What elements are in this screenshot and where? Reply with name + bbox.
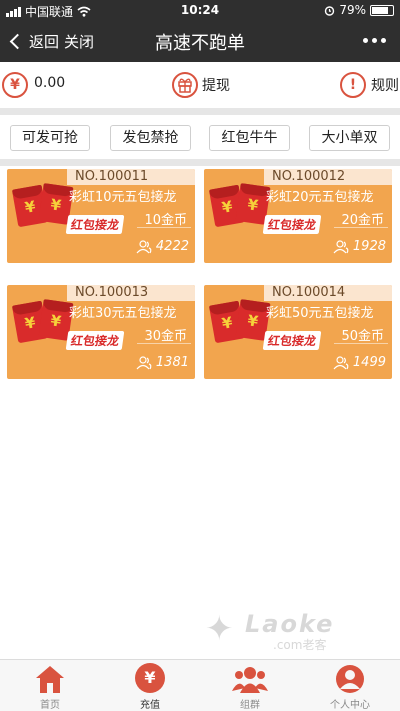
divider bbox=[137, 343, 191, 344]
room-card[interactable]: NO.100014 ¥ ¥ 彩虹50元五包接龙 50金币 红包接龙 1499 bbox=[204, 285, 392, 379]
room-name: 彩虹10元五包接龙 bbox=[69, 190, 177, 205]
room-price: 50金币 bbox=[341, 329, 384, 344]
group-icon bbox=[232, 667, 268, 693]
category-tabs: 可发可抢 发包禁抢 红包牛牛 大小单双 bbox=[0, 115, 400, 159]
room-price: 30金币 bbox=[144, 329, 187, 344]
room-tag: 红包接龙 bbox=[262, 215, 322, 234]
user-count: 1928 bbox=[333, 239, 386, 254]
room-card[interactable]: NO.100013 ¥ ¥ 彩虹30元五包接龙 30金币 红包接龙 1381 bbox=[7, 285, 195, 379]
alarm-icon bbox=[325, 5, 335, 16]
room-price: 20金币 bbox=[341, 213, 384, 228]
user-count: 1381 bbox=[136, 355, 189, 370]
nav-recharge[interactable]: ¥ 充值 bbox=[100, 660, 200, 711]
users-icon bbox=[136, 355, 152, 369]
room-tag: 红包接龙 bbox=[65, 215, 125, 234]
divider bbox=[334, 343, 388, 344]
users-icon bbox=[136, 239, 152, 253]
room-tag: 红包接龙 bbox=[262, 331, 322, 350]
user-count: 4222 bbox=[136, 239, 189, 254]
page-title: 高速不跑单 bbox=[155, 33, 245, 54]
exclamation-icon: ! bbox=[340, 72, 366, 98]
tab-hongbao-niuniu[interactable]: 红包牛牛 bbox=[209, 125, 290, 151]
nav-group[interactable]: 组群 bbox=[200, 660, 300, 711]
room-name: 彩虹50元五包接龙 bbox=[266, 306, 374, 321]
battery-percent: 79% bbox=[339, 3, 366, 17]
nav-bar: 返回 关闭 高速不跑单 bbox=[0, 20, 400, 62]
room-name: 彩虹30元五包接龙 bbox=[69, 306, 177, 321]
divider bbox=[137, 227, 191, 228]
divider bbox=[0, 108, 400, 115]
user-count: 1499 bbox=[333, 355, 386, 370]
yuan-icon: ¥ bbox=[2, 72, 28, 98]
divider bbox=[0, 159, 400, 166]
room-number: NO.100012 bbox=[264, 169, 392, 185]
room-card[interactable]: NO.100011 ¥ ¥ 彩虹10元五包接龙 10金币 红包接龙 4222 bbox=[7, 169, 195, 263]
yuan-icon: ¥ bbox=[135, 663, 165, 693]
withdraw-button[interactable]: 提现 bbox=[170, 62, 240, 108]
user-icon bbox=[336, 665, 364, 693]
home-icon bbox=[36, 666, 64, 693]
runner-icon: ✦ bbox=[205, 609, 234, 649]
balance-value: 0.00 bbox=[34, 75, 66, 91]
room-card[interactable]: NO.100012 ¥ ¥ 彩虹20元五包接龙 20金币 红包接龙 1928 bbox=[204, 169, 392, 263]
room-number: NO.100014 bbox=[264, 285, 392, 301]
watermark-logo: ✦ Laoke .com老客 bbox=[205, 609, 335, 652]
divider bbox=[334, 227, 388, 228]
nav-profile[interactable]: 个人中心 bbox=[300, 660, 400, 711]
users-icon bbox=[333, 355, 349, 369]
tab-free-grab[interactable]: 可发可抢 bbox=[10, 125, 90, 151]
room-price: 10金币 bbox=[144, 213, 187, 228]
rules-label: 规则 bbox=[371, 78, 399, 94]
bottom-nav: 首页 ¥ 充值 组群 个人中心 bbox=[0, 659, 400, 711]
battery-icon bbox=[370, 4, 394, 16]
gift-icon bbox=[172, 72, 198, 98]
room-number: NO.100011 bbox=[67, 169, 195, 185]
tab-size-odd-even[interactable]: 大小单双 bbox=[309, 125, 390, 151]
account-row: ¥ 0.00 提现 ! 规则 bbox=[0, 62, 400, 108]
nav-home[interactable]: 首页 bbox=[0, 660, 100, 711]
room-name: 彩虹20元五包接龙 bbox=[266, 190, 374, 205]
tab-send-no-grab[interactable]: 发包禁抢 bbox=[110, 125, 191, 151]
rules-button[interactable]: ! 规则 bbox=[338, 62, 400, 108]
room-tag: 红包接龙 bbox=[65, 331, 125, 350]
more-menu-icon[interactable] bbox=[363, 38, 386, 43]
withdraw-label: 提现 bbox=[202, 78, 230, 94]
room-number: NO.100013 bbox=[67, 285, 195, 301]
users-icon bbox=[333, 239, 349, 253]
status-bar: 中国联通 10:24 79% bbox=[0, 0, 400, 20]
